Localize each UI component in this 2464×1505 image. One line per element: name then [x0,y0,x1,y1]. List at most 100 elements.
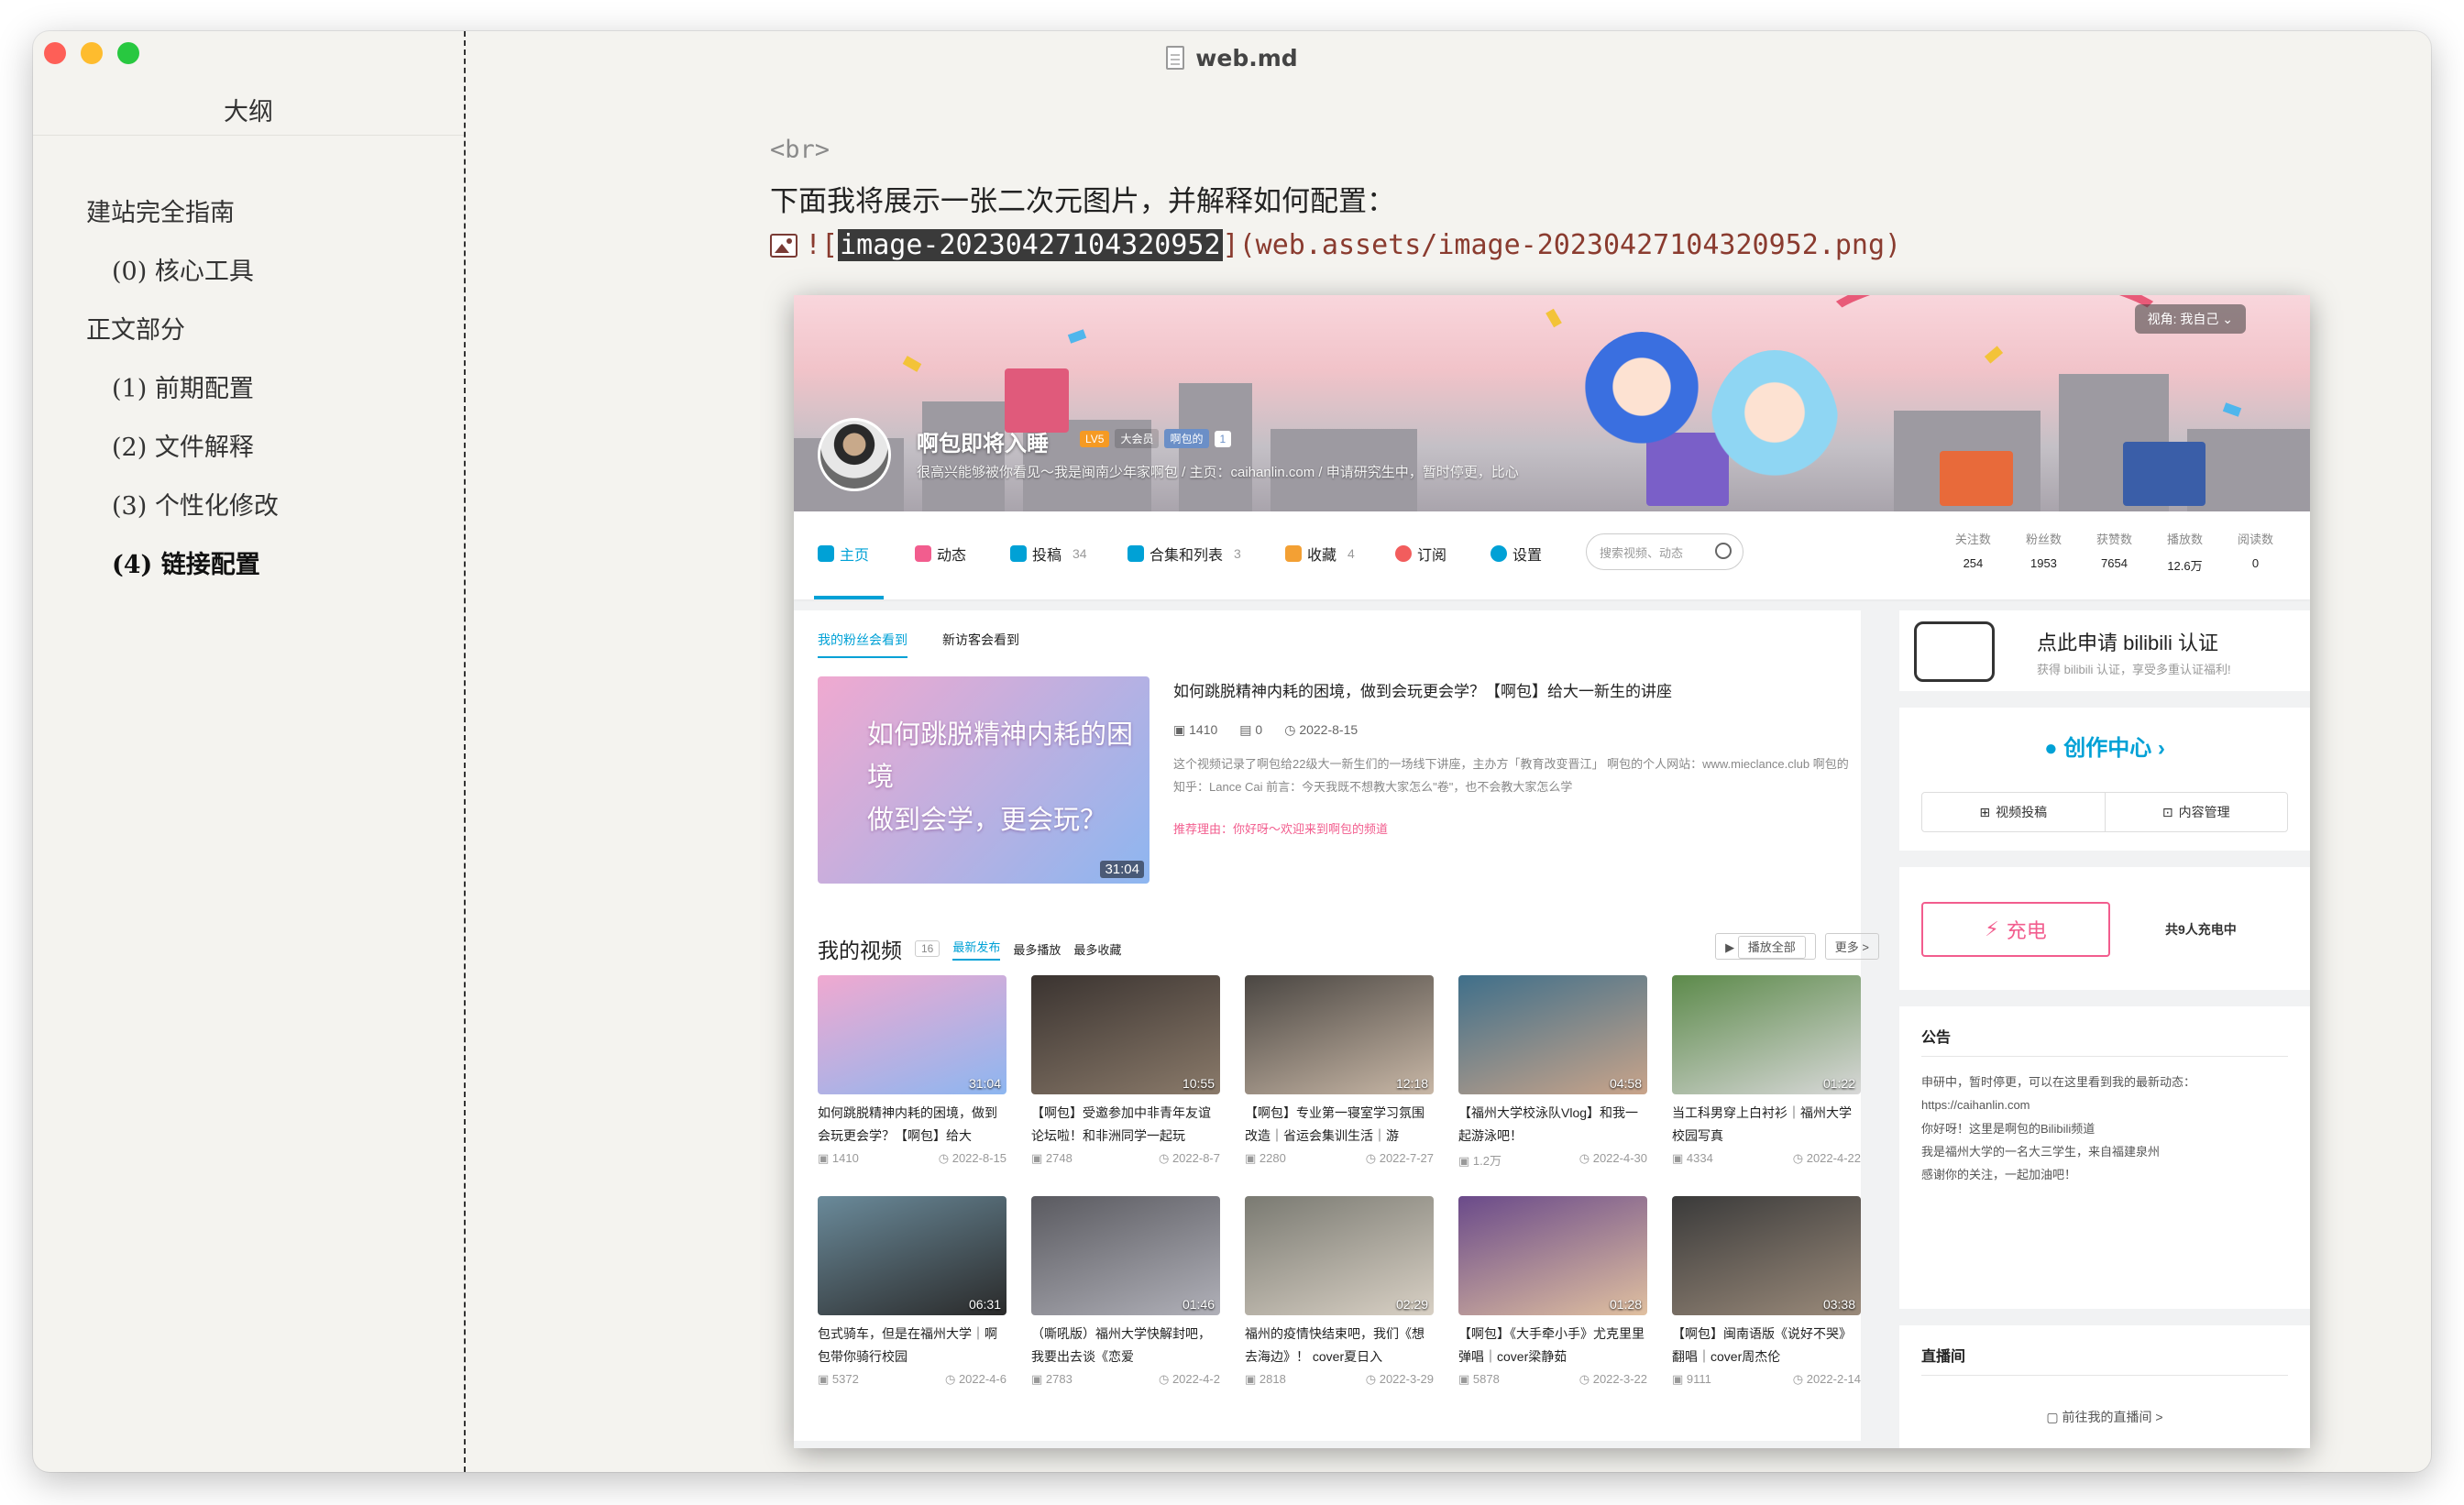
tab-visitor-view[interactable]: 新访客会看到 [942,631,1019,658]
video-duration: 04:58 [1609,1076,1642,1091]
sort-latest[interactable]: 最新发布 [952,938,1001,961]
my-videos-actions: ▶ 播放全部 更多 > [1715,933,1879,960]
active-tab-indicator [814,596,884,599]
video-title[interactable]: （嘶吼版）福州大学快解封吧，我要出去谈《恋爱 [1031,1323,1220,1367]
image-markdown-line[interactable]: ![image-20230427104320952](web.assets/im… [770,229,1901,261]
vip-badge: 大会员 [1115,429,1160,448]
sort-most-played[interactable]: 最多播放 [1013,940,1061,958]
tv-mascot-icon [1914,621,1995,682]
document-icon [1166,46,1185,70]
video-thumbnail[interactable]: 04:58 [1458,975,1647,1094]
video-title[interactable]: 【啊包】《大手牵小手》尤克里里弹唱｜cover梁静茹 [1458,1323,1647,1367]
stat-likes: 获赞数 7654 [2096,533,2132,570]
home-icon [818,545,834,562]
video-title[interactable]: 【啊包】专业第一寝室学习氛围改造｜省运会集训生活｜游 [1245,1102,1434,1146]
image-alt-selected[interactable]: image-20230427104320952 [838,229,1223,261]
video-card[interactable]: 01:28 【啊包】《大手牵小手》尤克里里弹唱｜cover梁静茹 ▣ 5878 ◷ 2… [1458,1196,1647,1387]
content-manage-button[interactable]: ⊡ 内容管理 [2106,793,2288,831]
video-card[interactable]: 06:31 包式骑车，但是在福州大学｜啊包带你骑行校园 ▣ 5372 ◷ 2022-4… [818,1196,1006,1387]
video-title[interactable]: 福州的疫情快结束吧，我们《想去海边》！ cover夏日入 [1245,1323,1434,1367]
featured-reason: 推荐理由：你好呀～欢迎来到啊包的频道 [1173,822,1389,836]
tab-home[interactable]: 主页 [818,543,869,565]
outline-item[interactable]: (3) 个性化修改 [112,486,279,522]
video-meta: ▣ 2280 ◷ 2022-7-27 [1245,1151,1434,1165]
heart-icon [1395,545,1412,562]
video-card[interactable]: 12:18 【啊包】专业第一寝室学习氛围改造｜省运会集训生活｜游 ▣ 2280 ◷ 2… [1245,975,1434,1166]
play-all-button[interactable]: ▶ 播放全部 [1715,933,1816,960]
video-thumbnail[interactable]: 01:46 [1031,1196,1220,1315]
outline-item[interactable]: (2) 文件解释 [112,427,254,463]
video-card[interactable]: 01:46 （嘶吼版）福州大学快解封吧，我要出去谈《恋爱 ▣ 2783 ◷ 2022-… [1031,1196,1220,1387]
video-meta: ▣ 2818 ◷ 2022-3-29 [1245,1372,1434,1386]
creator-center-link[interactable]: ● 创作中心 › [1899,730,2310,762]
outline-item[interactable]: (1) 前期配置 [112,368,254,404]
profile-banner: 视角: 我自己 ⌄ 啊包即将入睡 LV5 大会员 啊包的 1 很高兴能够被你看见… [794,295,2310,511]
profile-search[interactable]: 搜索视频、动态 [1586,533,1744,570]
tab-collections[interactable]: 合集和列表 3 [1128,543,1241,565]
tab-subscriptions[interactable]: 订阅 [1395,543,1446,565]
stat-followers[interactable]: 粉丝数 1953 [2026,530,2062,574]
video-thumbnail[interactable]: 10:55 [1031,975,1220,1094]
br-tag-line[interactable]: <br> [770,136,830,164]
paragraph-text[interactable]: 下面我将展示一张二次元图片，并解释如何配置： [770,178,1395,219]
more-button[interactable]: 更多 > [1824,933,1879,960]
video-upload-button[interactable]: ⊞ 视频投稿 [1922,793,2106,831]
username: 啊包即将入睡 [917,432,1049,456]
creator-center-card: ● 创作中心 › ⊞ 视频投稿 ⊡ 内容管理 [1899,708,2310,851]
video-duration: 03:38 [1822,1297,1855,1312]
charge-card: ⚡ 充电 共9人充电中 [1899,867,2310,990]
video-card[interactable]: 03:38 【啊包】闽南语版《说好不哭》翻唱｜cover周杰伦 ▣ 9111 ◷ 20… [1672,1196,1861,1387]
cert-card[interactable]: 点此申请 bilibili 认证 获得 bilibili 认证，享受多重认证福利… [1899,610,2310,691]
video-title[interactable]: 包式骑车，但是在福州大学｜啊包带你骑行校园 [818,1323,1006,1367]
video-title[interactable]: 如何跳脱精神内耗的困境，做到会玩更会学？【啊包】给大 [818,1102,1006,1146]
outline-item-active[interactable]: (4) 链接配置 [112,544,260,580]
video-card[interactable]: 01:22 当工科男穿上白衬衫｜福州大学校园写真 ▣ 4334 ◷ 2022-4-22 [1672,975,1861,1166]
fan-medal: 啊包的 [1164,429,1209,448]
avatar[interactable] [818,418,891,491]
title-bar: web.md [33,31,2431,84]
outline-item[interactable]: (0) 核心工具 [112,251,254,287]
video-thumbnail[interactable]: 12:18 [1245,975,1434,1094]
video-card[interactable]: 31:04 如何跳脱精神内耗的困境，做到会玩更会学？【啊包】给大 ▣ 1410 ◷ 2… [818,975,1006,1166]
video-card[interactable]: 10:55 【啊包】受邀参加中非青年友谊论坛啦！和非洲同学一起玩 ▣ 2748 ◷ 2… [1031,975,1220,1166]
video-duration: 01:22 [1822,1076,1855,1091]
video-thumbnail[interactable]: 01:22 [1672,975,1861,1094]
video-duration: 10:55 [1182,1076,1215,1091]
search-icon[interactable] [1715,543,1732,559]
live-room-link[interactable]: ▢ 前往我的直播间 > [1899,1408,2310,1426]
tab-fans-view[interactable]: 我的粉丝会看到 [818,631,908,658]
notice-text: 申研中，暂时停更，可以在这里看到我的最新动态： https://caihanli… [1921,1075,2196,1182]
video-thumbnail[interactable]: 06:31 [818,1196,1006,1315]
video-thumbnail[interactable]: 02:29 [1245,1196,1434,1315]
sort-most-favorited[interactable]: 最多收藏 [1073,940,1121,958]
video-thumbnail[interactable]: 03:38 [1672,1196,1861,1315]
my-videos-header: 我的视频 16 最新发布 最多播放 最多收藏 [818,938,1122,962]
outline-item[interactable]: 正文部分 [86,310,185,346]
video-title[interactable]: 【啊包】受邀参加中非青年友谊论坛啦！和非洲同学一起玩 [1031,1102,1220,1146]
video-meta: ▣ 2748 ◷ 2022-8-7 [1031,1151,1220,1165]
video-card[interactable]: 04:58 【福州大学校泳队Vlog】和我一起游泳吧！ ▣ 1.2万 ◷ 2022-4… [1458,975,1647,1169]
tab-dynamic[interactable]: 动态 [915,543,966,565]
video-duration: 02:29 [1395,1297,1428,1312]
stat-following[interactable]: 关注数 254 [1955,530,1991,574]
gear-icon [1490,545,1507,562]
video-title[interactable]: 【福州大学校泳队Vlog】和我一起游泳吧！ [1458,1102,1647,1146]
featured-thumbnail[interactable]: 如何跳脱精神内耗的困境 做到会学，更会玩？ 31:04 [818,676,1150,884]
outline-item[interactable]: 建站完全指南 [86,192,235,228]
video-meta: ▣ 9111 ◷ 2022-2-14 [1672,1372,1861,1386]
profile-stats: 关注数 254 粉丝数 1953 获赞数 7654 播放数 12.6万 阅读数 0 [1955,530,2273,574]
view-as-selector[interactable]: 视角: 我自己 ⌄ [2134,304,2246,334]
video-duration: 12:18 [1395,1076,1428,1091]
video-meta: ▣ 5878 ◷ 2022-3-22 [1458,1372,1647,1386]
video-title[interactable]: 【啊包】闽南语版《说好不哭》翻唱｜cover周杰伦 [1672,1323,1861,1367]
featured-title[interactable]: 如何跳脱精神内耗的困境，做到会玩更会学？【啊包】给大一新生的讲座 [1173,678,1672,701]
video-title[interactable]: 当工科男穿上白衬衫｜福州大学校园写真 [1672,1102,1861,1146]
video-thumbnail[interactable]: 31:04 [818,975,1006,1094]
video-thumbnail[interactable]: 01:28 [1458,1196,1647,1315]
tab-favorites[interactable]: 收藏 4 [1285,543,1355,565]
tab-settings[interactable]: 设置 [1490,543,1542,565]
tab-uploads[interactable]: 投稿 34 [1010,543,1087,565]
video-card[interactable]: 02:29 福州的疫情快结束吧，我们《想去海边》！ cover夏日入 ▣ 2818 ◷… [1245,1196,1434,1387]
charge-button[interactable]: ⚡ 充电 [1921,902,2110,957]
featured-tabs: 我的粉丝会看到 新访客会看到 [818,631,1019,658]
